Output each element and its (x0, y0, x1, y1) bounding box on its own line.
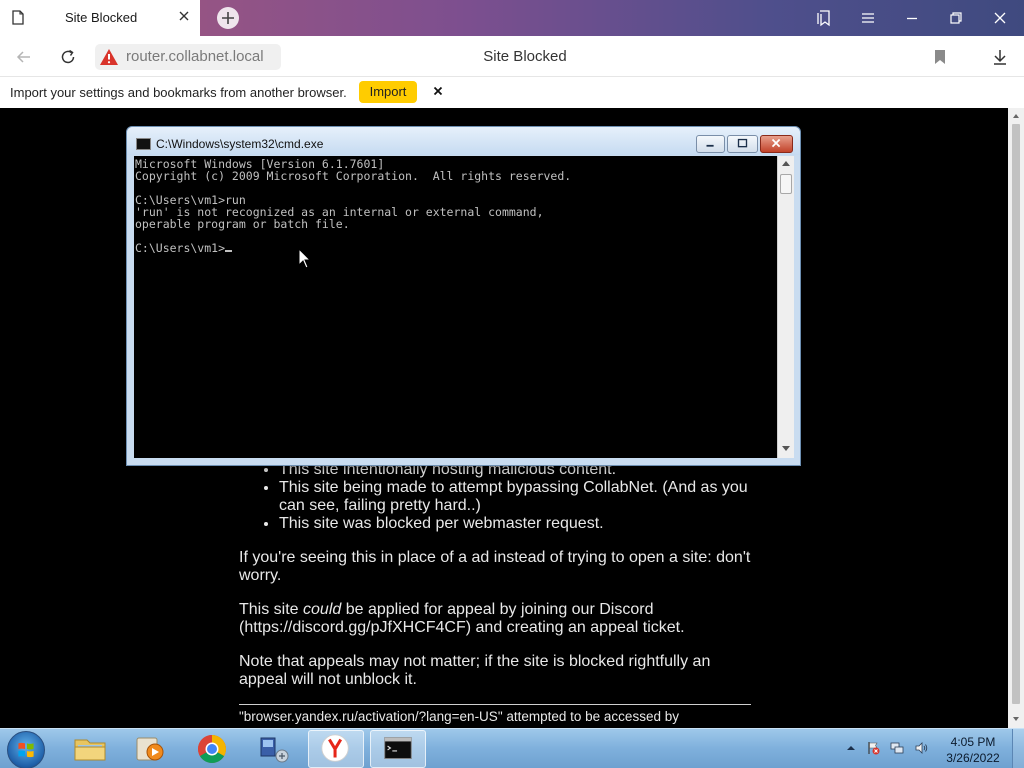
cmd-title: C:\Windows\system32\cmd.exe (156, 137, 324, 151)
close-icon (771, 138, 781, 148)
cmd-app-icon (136, 138, 151, 150)
footer-section: "browser.yandex.ru/activation/?lang=en-U… (239, 704, 751, 726)
taskbar-network-app[interactable] (246, 730, 302, 768)
taskbar-command-prompt[interactable] (370, 730, 426, 768)
cmd-window[interactable]: C:\Windows\system32\cmd.exe Microsoft Wi… (126, 126, 801, 466)
note-paragraph: Note that appeals may not matter; if the… (239, 653, 751, 689)
document-icon (12, 10, 24, 25)
import-button[interactable]: Import (359, 81, 417, 103)
cmd-console[interactable]: Microsoft Windows [Version 6.1.7601] Copy… (134, 156, 777, 458)
page-title: Site Blocked (483, 48, 567, 65)
start-button[interactable] (7, 731, 45, 768)
taskbar-yandex-browser[interactable] (308, 730, 364, 768)
maximize-icon (737, 138, 748, 148)
infobar-close-icon[interactable] (431, 84, 445, 98)
cmd-maximize-button[interactable] (727, 135, 758, 153)
window-close-icon[interactable] (990, 8, 1010, 28)
ad-paragraph: If you're seeing this in place of a ad i… (239, 549, 751, 585)
restore-icon[interactable] (946, 8, 966, 28)
scroll-down-icon[interactable] (782, 446, 790, 452)
cmd-scrollbar[interactable] (777, 156, 794, 458)
scrollbar-thumb[interactable] (780, 174, 792, 194)
scroll-up-icon[interactable] (782, 160, 790, 166)
page-scrollbar[interactable] (1008, 108, 1024, 728)
action-center-flag-icon[interactable] (866, 741, 880, 755)
appeal-text: This site could be applied for appeal by… (239, 601, 751, 637)
note-text: Note that appeals may not matter; if the… (239, 653, 711, 688)
address-bar: router.collabnet.local Site Blocked (0, 36, 1024, 77)
taskbar-chrome[interactable] (184, 730, 240, 768)
blocked-reasons: This site intentionally hosting maliciou… (239, 461, 751, 533)
clock-time: 4:05 PM (950, 735, 996, 749)
system-clock[interactable]: 4:05 PM 3/26/2022 (940, 734, 1006, 766)
footer-text: "browser.yandex.ru/activation/?lang=en-U… (239, 709, 679, 724)
taskbar-media-player[interactable] (122, 730, 178, 768)
cmd-close-button[interactable] (760, 135, 793, 153)
browser-tab-bar: Site Blocked (0, 0, 1024, 36)
ad-text: If you're seeing this in place of a ad i… (239, 549, 751, 584)
chrome-icon (198, 735, 226, 763)
plus-icon (222, 12, 234, 24)
appeal-text-pre: This site (239, 601, 304, 618)
volume-icon[interactable] (914, 741, 928, 755)
folder-icon (74, 739, 106, 761)
taskbar-explorer[interactable] (62, 730, 118, 768)
download-icon[interactable] (990, 47, 1010, 67)
console-line: Copyright (c) 2009 Microsoft Corporation… (135, 169, 572, 183)
reasons-list: This site intentionally hosting maliciou… (239, 461, 751, 533)
footer-divider (239, 704, 751, 705)
scroll-down-icon[interactable] (1012, 715, 1020, 723)
reason-item: This site being made to attempt bypassin… (279, 479, 751, 515)
bookmark-icon[interactable] (930, 47, 950, 67)
bookmarks-panel-icon[interactable] (814, 8, 834, 28)
new-tab-button[interactable] (217, 7, 239, 29)
minimize-icon (706, 144, 714, 147)
menu-icon[interactable] (858, 8, 878, 28)
minimize-icon[interactable] (902, 8, 922, 28)
appeal-paragraph: This site could be applied for appeal by… (239, 601, 751, 637)
tab-close-icon[interactable] (177, 9, 191, 23)
network-icon[interactable] (890, 741, 904, 755)
clock-date: 3/26/2022 (946, 751, 1000, 765)
taskbar: 4:05 PM 3/26/2022 (0, 728, 1024, 768)
cmd-icon (384, 737, 412, 759)
show-hidden-icons-icon[interactable] (844, 741, 858, 755)
tab-site-blocked[interactable]: Site Blocked (0, 0, 200, 36)
show-desktop-button[interactable] (1012, 729, 1024, 768)
import-infobar: Import your settings and bookmarks from … (0, 77, 1024, 108)
console-prompt-line: C:\Users\vm1> (135, 242, 776, 254)
network-computer-icon (260, 737, 289, 763)
windows-logo-icon (18, 742, 34, 758)
cmd-titlebar[interactable]: C:\Windows\system32\cmd.exe (127, 127, 800, 155)
tab-title: Site Blocked (65, 10, 138, 25)
media-player-icon (136, 737, 164, 761)
console-prompt: C:\Users\vm1> (135, 241, 226, 255)
console-line: operable program or batch file. (135, 217, 350, 231)
yandex-browser-icon (321, 734, 349, 762)
appeal-text-emphasis: could (303, 601, 342, 618)
cmd-minimize-button[interactable] (696, 135, 725, 153)
text-cursor (225, 250, 233, 252)
infobar-message: Import your settings and bookmarks from … (10, 85, 347, 100)
mouse-pointer-icon (298, 248, 312, 269)
scrollbar-thumb[interactable] (1012, 124, 1020, 704)
scroll-up-icon[interactable] (1012, 112, 1020, 120)
reason-item: This site was blocked per webmaster requ… (279, 515, 751, 533)
